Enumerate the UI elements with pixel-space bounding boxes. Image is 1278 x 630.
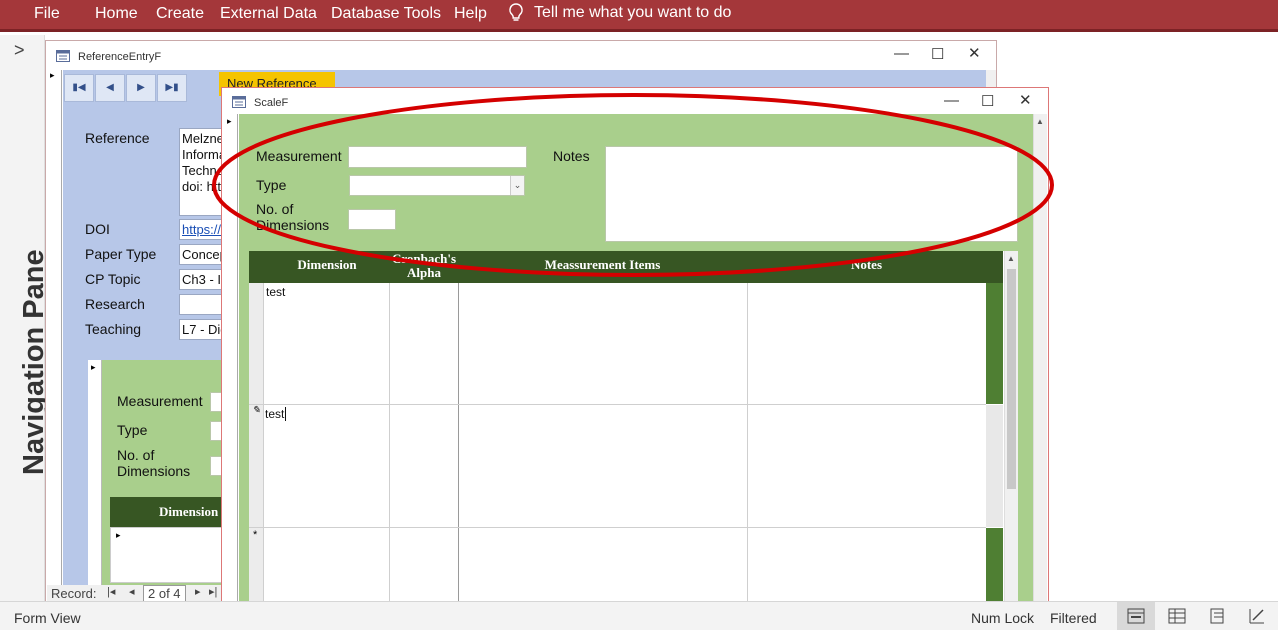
next-record-icon[interactable]: ▶ bbox=[126, 74, 156, 102]
row-selector[interactable] bbox=[249, 283, 264, 404]
status-bar: Form View Num Lock Filtered bbox=[0, 601, 1278, 630]
maximize-icon[interactable]: ☐ bbox=[931, 45, 944, 63]
tell-me-box[interactable]: Tell me what you want to do bbox=[508, 3, 731, 23]
cell-scrollbar[interactable] bbox=[986, 283, 1003, 404]
new-record-icon: * bbox=[253, 529, 258, 541]
record-selector[interactable]: ▸ bbox=[46, 70, 62, 600]
previous-record-icon[interactable]: ◀ bbox=[95, 74, 125, 102]
dimension-cell[interactable]: test bbox=[266, 285, 285, 299]
grid-scroll-thumb[interactable] bbox=[1007, 269, 1016, 489]
record-navigation: Record: |◂ ◂ 2 of 4 ▸ ▸| bbox=[47, 585, 222, 602]
tab-external-data[interactable]: External Data bbox=[220, 5, 317, 23]
grid-line bbox=[249, 404, 986, 405]
datasheet-view-icon[interactable] bbox=[1158, 602, 1196, 630]
close-icon[interactable]: ✕ bbox=[968, 44, 981, 62]
chevron-right-icon[interactable]: > bbox=[14, 40, 25, 61]
view-status: Form View bbox=[14, 610, 81, 626]
new-row-selector[interactable]: * bbox=[249, 528, 264, 604]
subform-measurement-label: Measurement bbox=[117, 393, 203, 409]
ribbon-bar: File Home Create External Data Database … bbox=[0, 0, 1278, 32]
subform-dimension-header: Dimension bbox=[110, 497, 230, 527]
subform-dimensions-label: No. of Dimensions bbox=[117, 447, 191, 479]
lightbulb-icon bbox=[509, 3, 523, 21]
record-label: Record: bbox=[51, 586, 97, 601]
pencil-icon: ✎ bbox=[252, 405, 261, 416]
reference-label: Reference bbox=[85, 130, 150, 146]
form-view-icon[interactable] bbox=[1117, 602, 1155, 630]
dimension-cell[interactable]: test bbox=[265, 407, 287, 421]
subform-grid-row[interactable]: ▸ bbox=[110, 527, 230, 583]
grid-scrollbar[interactable]: ▲ bbox=[1004, 251, 1018, 606]
filtered-status: Filtered bbox=[1050, 610, 1097, 626]
next-record-nav-icon[interactable]: ▸ bbox=[195, 585, 201, 598]
layout-view-icon[interactable] bbox=[1198, 602, 1236, 630]
dimensions-grid bbox=[249, 251, 1004, 606]
design-view-icon[interactable] bbox=[1238, 602, 1276, 630]
annotation-ellipse bbox=[212, 93, 1054, 277]
doi-label: DOI bbox=[85, 221, 110, 237]
subform-record-selector[interactable]: ▸ bbox=[88, 360, 102, 585]
minimize-icon[interactable]: — bbox=[894, 45, 909, 62]
tab-create[interactable]: Create bbox=[156, 5, 204, 23]
num-lock-status: Num Lock bbox=[971, 610, 1035, 626]
tab-database-tools[interactable]: Database Tools bbox=[331, 5, 441, 23]
paper-type-label: Paper Type bbox=[85, 246, 157, 262]
tell-me-text: Tell me what you want to do bbox=[534, 4, 732, 21]
teaching-label: Teaching bbox=[85, 321, 142, 337]
research-label: Research bbox=[85, 296, 145, 312]
prev-record-nav-icon[interactable]: ◂ bbox=[129, 585, 135, 598]
tab-file[interactable]: File bbox=[34, 5, 60, 23]
first-record-icon[interactable]: ▮◀ bbox=[64, 74, 94, 102]
cp-topic-label: CP Topic bbox=[85, 271, 141, 287]
grid-line bbox=[747, 283, 748, 603]
tab-help[interactable]: Help bbox=[454, 5, 487, 23]
cell-scrollbar[interactable] bbox=[986, 405, 1003, 527]
tab-home[interactable]: Home bbox=[95, 5, 138, 23]
grid-line bbox=[249, 527, 986, 528]
form-icon bbox=[56, 50, 70, 65]
window-title: ReferenceEntryF bbox=[78, 51, 162, 63]
navigation-pane-title: Navigation Pane bbox=[18, 249, 50, 475]
last-record-nav-icon[interactable]: ▸| bbox=[209, 585, 217, 598]
grid-line bbox=[458, 283, 459, 603]
grid-line bbox=[389, 283, 390, 603]
cell-scrollbar[interactable] bbox=[986, 528, 1003, 604]
row-selector[interactable]: ✎ bbox=[249, 405, 264, 527]
first-record-nav-icon[interactable]: |◂ bbox=[107, 585, 115, 598]
subform-type-label: Type bbox=[117, 422, 148, 438]
last-record-icon[interactable]: ▶▮ bbox=[157, 74, 187, 102]
record-position[interactable]: 2 of 4 bbox=[143, 585, 186, 602]
